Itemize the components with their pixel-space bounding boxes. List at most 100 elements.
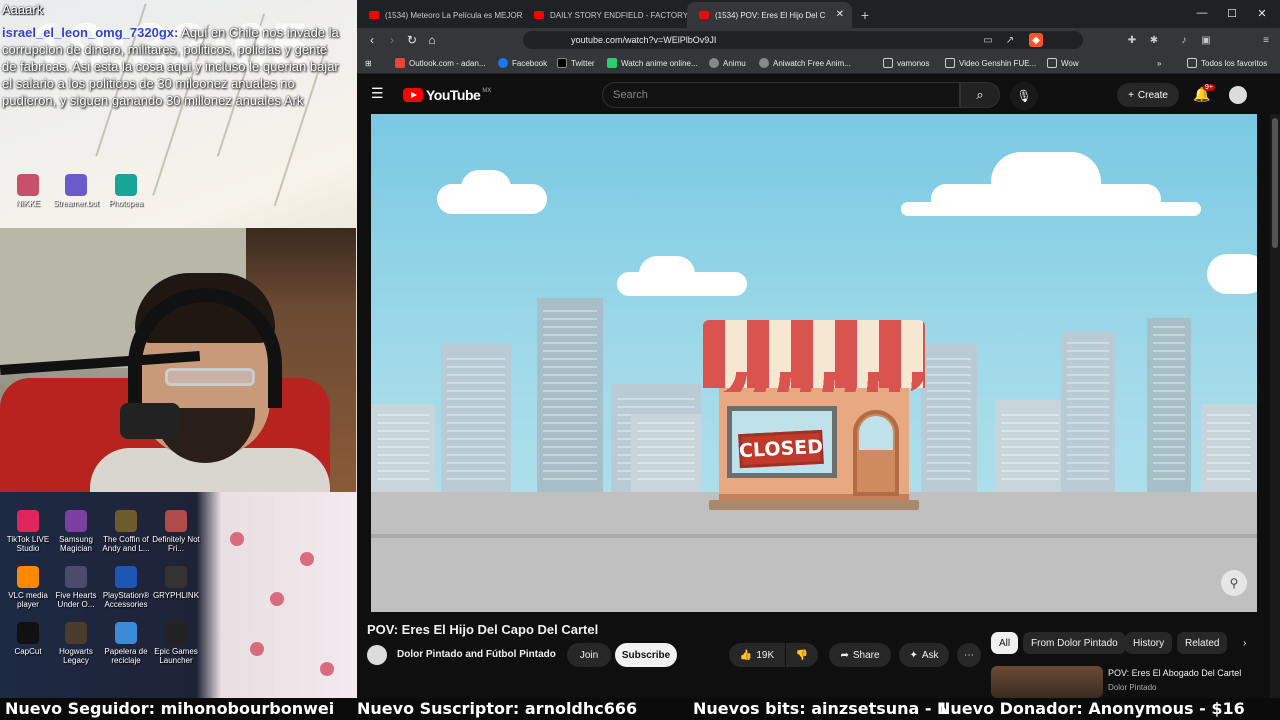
bookmark-folder-genshin[interactable]: Video Genshin FUE... — [945, 56, 1036, 70]
wallpaper-petal — [270, 592, 284, 606]
brave-shield-icon[interactable]: ◆ — [1029, 33, 1043, 47]
chip-label: All — [999, 637, 1011, 649]
forward-button[interactable]: › — [383, 32, 401, 48]
create-label: Create — [1137, 89, 1168, 101]
chip-history[interactable]: History — [1125, 632, 1173, 654]
bookmark-label: Outlook.com - adan... — [409, 58, 486, 68]
bookmark-watch-anime[interactable]: Watch anime online... — [607, 56, 698, 70]
join-button[interactable]: Join — [567, 643, 611, 667]
channel-name[interactable]: Dolor Pintado and Fútbol Pintado — [397, 649, 556, 660]
wallpaper-petal — [300, 552, 314, 566]
building — [1061, 332, 1115, 494]
subscribe-button[interactable]: Subscribe — [615, 643, 677, 667]
chip-related[interactable]: Related — [1177, 632, 1228, 654]
ask-label: Ask — [921, 649, 939, 661]
bookmark-folder-wow[interactable]: Wow — [1047, 56, 1079, 70]
dislike-button[interactable]: 👎 — [786, 643, 818, 667]
desktop-icon-samsung-magician[interactable]: Samsung Magician — [48, 510, 104, 553]
facebook-icon — [498, 58, 508, 68]
search-button[interactable]: ⌕ — [960, 82, 1000, 108]
video-player[interactable]: CLOSED ⚲ — [371, 114, 1257, 612]
share-button[interactable]: ➦ Share — [829, 643, 891, 667]
home-button[interactable]: ⌂ — [423, 32, 441, 48]
subscribe-label: Subscribe — [621, 649, 671, 661]
bookmark-folder-vamonos[interactable]: vamonos — [883, 56, 929, 70]
cloud — [901, 202, 1201, 216]
chip-all[interactable]: All — [991, 632, 1019, 654]
desktop-icon-label: CapCut — [14, 647, 42, 656]
bookmark-label: Animu — [723, 58, 746, 68]
desktop-icon-streamerbot[interactable]: Streamer.bot — [48, 174, 104, 208]
create-button[interactable]: + Create — [1117, 83, 1179, 107]
related-video-title[interactable]: POV: Eres El Abogado Del Cartel — [1108, 668, 1241, 678]
maximize-button[interactable]: ☐ — [1217, 4, 1247, 22]
bookmark-twitter[interactable]: Twitter — [557, 56, 595, 70]
street — [371, 492, 1257, 612]
desktop-icon-label: NIKKE — [15, 199, 40, 208]
scrollbar-thumb[interactable] — [1272, 118, 1278, 248]
chip-from-channel[interactable]: From Dolor Pintado — [1023, 632, 1126, 654]
coffin-game-icon — [115, 510, 137, 532]
player-overlay-icon[interactable]: ⚲ — [1221, 570, 1247, 596]
menu-icon[interactable]: ≡ — [1259, 33, 1273, 47]
more-actions-button[interactable]: ⋯ — [957, 643, 981, 667]
screen-cast-icon[interactable]: ▭ — [981, 33, 995, 47]
desktop-icon-five-hearts[interactable]: Five Hearts Under O... — [48, 566, 104, 609]
reload-button[interactable]: ↻ — [403, 32, 421, 48]
bookmark-label: Wow — [1061, 58, 1079, 68]
more-bookmarks-chevron-icon[interactable]: » — [1157, 56, 1161, 70]
desktop-icon-label: TikTok LIVE Studio — [6, 535, 50, 553]
tiktok-icon — [17, 510, 39, 532]
voice-search-button[interactable]: 🎙 — [1010, 82, 1038, 110]
desktop-icon-playstation[interactable]: PlayStation® Accessories — [98, 566, 154, 609]
desktop-icon-recycle-bin[interactable]: Papelera de reciclaje — [98, 622, 154, 665]
close-icon[interactable]: ✕ — [836, 9, 844, 20]
tab-pov-active[interactable]: (1534) POV: Eres El Hijo Del C ✕ — [687, 2, 852, 28]
awning-scallop — [703, 372, 925, 392]
desktop-icon-definitely-not[interactable]: Definitely Not Fri... — [148, 510, 204, 553]
related-video-thumbnail[interactable] — [991, 666, 1103, 698]
wallet-icon[interactable]: ▣ — [1199, 33, 1213, 47]
twitter-icon — [557, 58, 567, 68]
share-icon[interactable]: ↗ — [1003, 33, 1017, 47]
back-button[interactable]: ‹ — [363, 32, 381, 48]
desktop-icon-photopea[interactable]: Photopea — [98, 174, 154, 208]
cloud — [461, 170, 511, 206]
apps-grid-icon[interactable]: ⊞ — [365, 56, 372, 70]
tab-daily-story[interactable]: DAILY STORY ENDFIELD - FACTORY M — [522, 2, 687, 28]
desktop-icon-epic-games[interactable]: Epic Games Launcher — [148, 622, 204, 665]
bookmark-aniwatch[interactable]: Aniwatch Free Anim... — [759, 56, 851, 70]
bookmarks-bar: ⊞ Outlook.com - adan... Facebook Twitter… — [357, 52, 1280, 74]
channel-avatar[interactable] — [367, 645, 387, 665]
like-button[interactable]: 👍 19K — [729, 643, 785, 667]
youtube-logo[interactable]: YouTube MX — [403, 87, 491, 103]
desktop-icon-hogwarts[interactable]: Hogwarts Legacy — [48, 622, 104, 665]
desktop-icon-gryphlink[interactable]: GRYPHLINK — [148, 566, 204, 600]
close-window-button[interactable]: ✕ — [1247, 4, 1277, 22]
notification-count-badge: 9+ — [1203, 84, 1215, 91]
related-video-channel: Dolor Pintado — [1108, 683, 1157, 692]
desktop-icon-label: Epic Games Launcher — [154, 647, 198, 665]
bookmark-all-favorites[interactable]: Todos los favoritos — [1187, 56, 1267, 70]
ask-button[interactable]: ✦ Ask — [899, 643, 949, 667]
url-field[interactable]: youtube.com/watch?v=WElPlbOv9JI — [523, 31, 1083, 49]
bookmark-outlook[interactable]: Outlook.com - adan... — [395, 56, 485, 70]
bookmark-label: Facebook — [512, 58, 548, 68]
stream-alert-ticker: Nuevo Seguidor: mihonobourbonwei Nuevo S… — [0, 698, 1280, 720]
account-avatar[interactable] — [1229, 86, 1247, 104]
media-icon[interactable]: ♪ — [1177, 33, 1191, 47]
puzzle-icon[interactable]: ✱ — [1147, 33, 1161, 47]
tab-meteoro[interactable]: (1534) Meteoro La Película es MEJOR — [357, 2, 522, 28]
extension-icon[interactable]: ✚ — [1125, 33, 1139, 47]
search-input[interactable]: Search — [602, 82, 960, 108]
new-tab-button[interactable]: + — [852, 2, 878, 28]
desktop-icon-coffin-game[interactable]: The Coffin of Andy and L... — [98, 510, 154, 553]
bookmark-facebook[interactable]: Facebook — [498, 56, 547, 70]
hamburger-menu-icon[interactable]: ☰ — [371, 86, 387, 102]
chevron-right-icon[interactable]: › — [1235, 632, 1254, 654]
shop-base — [709, 500, 919, 510]
samsung-magician-icon — [65, 510, 87, 532]
minimize-button[interactable]: — — [1187, 4, 1217, 22]
desktop-icon-label: Photopea — [108, 199, 144, 208]
bookmark-animu[interactable]: Animu — [709, 56, 746, 70]
